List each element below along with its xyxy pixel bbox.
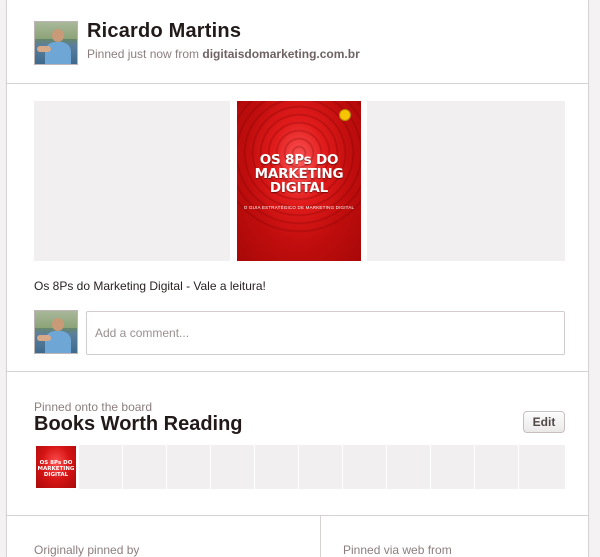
board-thumbnail-empty (123, 445, 166, 489)
board-thumbnail-empty (387, 445, 430, 489)
pin-source: Pinned just now from digitaisdomarketing… (87, 47, 360, 61)
pin-header: Ricardo Martins Pinned just now from dig… (7, 0, 588, 84)
book-title-line-3: DIGITAL (269, 180, 329, 196)
pin-source-domain-link[interactable]: digitaisdomarketing.com.br (202, 47, 359, 61)
board-thumbnail-empty (475, 445, 518, 489)
pin-image-right-padding (367, 101, 565, 261)
pinner-avatar[interactable] (34, 21, 78, 65)
section-divider (7, 371, 588, 372)
comment-input[interactable] (86, 311, 565, 355)
board-thumbnail-empty (299, 445, 342, 489)
footer-column-divider (320, 516, 321, 557)
board-thumbnail-empty (519, 445, 565, 489)
section-divider (7, 515, 588, 516)
book-cover-title: OS 8Ps DO MARKETING DIGITAL (237, 153, 361, 195)
book-cover-subtitle: O GUIA ESTRATÉGICO DE MARKETING DIGITAL (243, 205, 355, 210)
board-thumbnail-empty (255, 445, 298, 489)
edit-board-button[interactable]: Edit (523, 411, 565, 433)
board-thumbnail-empty (211, 445, 254, 489)
originally-pinned-label: Originally pinned by (34, 543, 140, 557)
board-name-link[interactable]: Books Worth Reading (34, 413, 243, 436)
book-title-line-1: OS 8Ps DO (259, 152, 339, 168)
book-badge-icon (339, 109, 351, 121)
board-thumbnail-empty (167, 445, 210, 489)
pin-source-prefix: Pinned just now from (87, 47, 203, 61)
pinner-name[interactable]: Ricardo Martins (87, 20, 241, 43)
board-thumbnail-empty (79, 445, 122, 489)
pin-image[interactable]: OS 8Ps DO MARKETING DIGITAL O GUIA ESTRA… (237, 101, 361, 261)
pin-image-left-padding (34, 101, 230, 261)
book-title-line-2: MARKETING (254, 166, 344, 182)
pinned-via-label: Pinned via web from (343, 543, 452, 557)
pin-description: Os 8Ps do Marketing Digital - Vale a lei… (34, 279, 266, 293)
board-thumbnail-empty (431, 445, 474, 489)
pin-detail-card: Ricardo Martins Pinned just now from dig… (6, 0, 589, 557)
board-thumbnails[interactable]: OS 8Ps DO MARKETING DIGITAL (34, 445, 565, 490)
board-caption: Pinned onto the board (34, 400, 153, 414)
board-thumbnail-empty (343, 445, 386, 489)
board-thumbnail[interactable]: OS 8Ps DO MARKETING DIGITAL (36, 446, 76, 488)
board-thumbnail-title: OS 8Ps DO MARKETING DIGITAL (37, 460, 75, 478)
commenter-avatar (34, 310, 78, 354)
